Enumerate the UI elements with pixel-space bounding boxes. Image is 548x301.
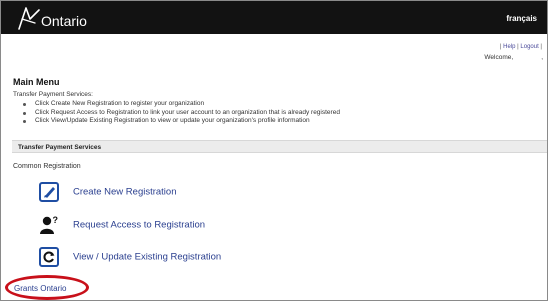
list-item: Click Request Access to Registration to … [23, 109, 340, 118]
view-update-registration-label: View / Update Existing Registration [73, 251, 222, 263]
utility-links: | Help | Logout | [500, 44, 542, 50]
page-title: Main Menu [13, 77, 60, 87]
refresh-icon [39, 247, 59, 267]
util-bracket-close: | [538, 44, 542, 50]
trillium-icon [18, 7, 40, 30]
svg-text:?: ? [53, 215, 59, 225]
welcome-trailing-comma: , [541, 54, 543, 61]
logout-link[interactable]: Logout [520, 44, 538, 50]
create-new-registration-button[interactable]: Create New Registration [39, 182, 177, 202]
page-frame: Ontario français | Help | Logout | Welco… [0, 0, 548, 301]
help-link[interactable]: Help [503, 44, 515, 50]
list-item: Click Create New Registration to registe… [23, 100, 340, 109]
services-intro: Transfer Payment Services: [13, 91, 93, 98]
language-toggle-link[interactable]: français [506, 14, 537, 23]
request-access-button[interactable]: ? Request Access to Registration [39, 215, 205, 235]
welcome-label: Welcome, [484, 54, 514, 61]
section-header: Transfer Payment Services [12, 140, 547, 153]
user-question-icon: ? [39, 215, 59, 235]
create-registration-label: Create New Registration [73, 186, 177, 198]
list-item: Click View/Update Existing Registration … [23, 117, 340, 126]
request-access-label: Request Access to Registration [73, 219, 206, 231]
grants-ontario-link[interactable]: Grants Ontario [14, 284, 66, 293]
common-registration-label: Common Registration [13, 163, 81, 170]
view-update-registration-button[interactable]: View / Update Existing Registration [39, 247, 221, 267]
edit-icon [39, 182, 59, 202]
instructions-list: Click Create New Registration to registe… [23, 100, 340, 126]
logo-text: Ontario [41, 13, 87, 29]
welcome-message: Welcome,, [484, 54, 543, 61]
top-bar: Ontario français [1, 1, 547, 34]
